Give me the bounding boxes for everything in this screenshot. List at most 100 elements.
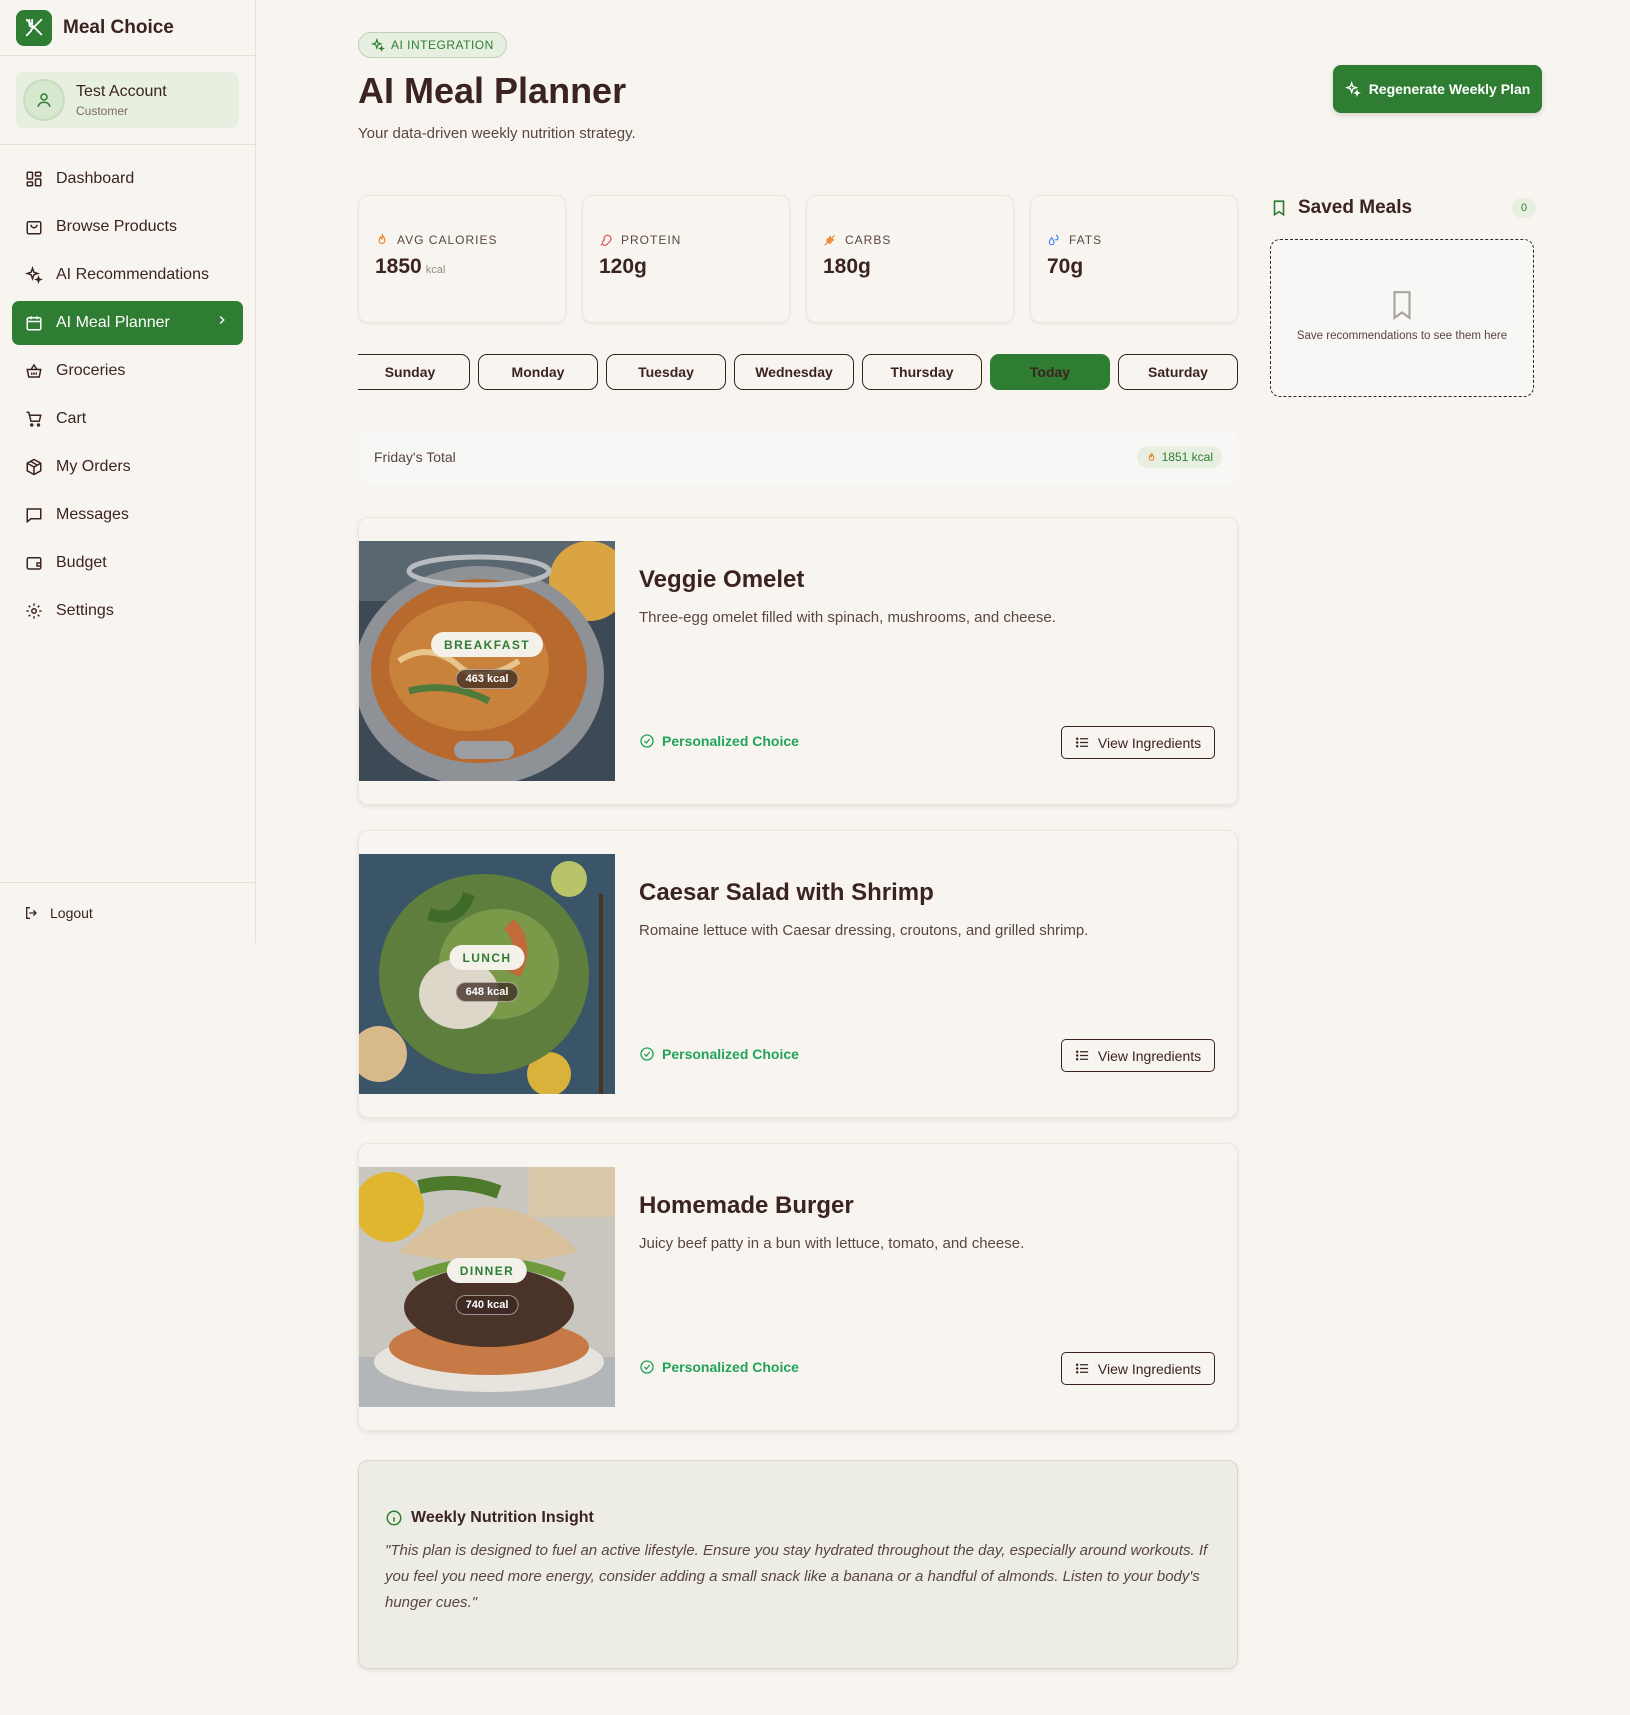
personalized-choice: Personalized Choice [639, 733, 799, 749]
list-icon [1075, 1050, 1088, 1061]
meal-image: BREAKFAST 463 kcal [359, 541, 615, 781]
tab-tuesday[interactable]: Tuesday [606, 354, 726, 390]
meal-description: Juicy beef patty in a bun with lettuce, … [639, 1235, 1025, 1252]
shopping-bag-icon [24, 217, 44, 237]
tab-monday[interactable]: Monday [478, 354, 598, 390]
flame-icon [1148, 452, 1154, 461]
basket-icon [24, 361, 44, 381]
tab-today[interactable]: Today [990, 354, 1110, 390]
saved-count-badge: 0 [1512, 198, 1536, 218]
check-circle-icon [640, 1047, 654, 1061]
meal-name: Veggie Omelet [639, 566, 805, 593]
tab-thursday[interactable]: Thursday [862, 354, 982, 390]
day-tabs: Sunday Monday Tuesday Wednesday Thursday… [358, 354, 1238, 390]
check-circle-icon [640, 1360, 654, 1374]
stat-label: CARBS [845, 233, 892, 247]
sidebar-item-label: Budget [56, 554, 107, 571]
account-card[interactable]: Test Account Customer [16, 72, 239, 128]
meal-image: LUNCH 648 kcal [359, 854, 615, 1094]
logout-label: Logout [50, 905, 93, 921]
logout-icon [24, 905, 40, 921]
chevron-right-icon [215, 313, 229, 332]
sidebar-item-label: AI Meal Planner [56, 314, 170, 331]
wheat-icon [824, 234, 836, 246]
meal-description: Romaine lettuce with Caesar dressing, cr… [639, 922, 1089, 939]
sidebar-item-messages[interactable]: Messages [12, 493, 243, 537]
sidebar-item-groceries[interactable]: Groceries [12, 349, 243, 393]
sidebar-item-label: Settings [56, 602, 114, 619]
meal-description: Three-egg omelet filled with spinach, mu… [639, 609, 1056, 626]
meat-icon [600, 234, 612, 246]
sidebar-item-my-orders[interactable]: My Orders [12, 445, 243, 489]
tab-wednesday[interactable]: Wednesday [734, 354, 854, 390]
badge-label: AI INTEGRATION [391, 38, 494, 52]
regenerate-weekly-plan-button[interactable]: Regenerate Weekly Plan [1333, 65, 1542, 113]
personalized-label: Personalized Choice [662, 1359, 799, 1375]
utensils-icon [16, 9, 52, 46]
stat-card-calories: AVG CALORIES 1850 kcal [358, 195, 566, 323]
stat-card-protein: PROTEIN 120g [582, 195, 790, 323]
meal-type-badge: LUNCH [449, 945, 525, 970]
day-total-kcal-badge: 1851 kcal [1136, 446, 1222, 468]
insight-text: "This plan is designed to fuel an active… [385, 1542, 1208, 1611]
saved-meals-empty-state: Save recommendations to see them here [1270, 239, 1534, 397]
stat-label: AVG CALORIES [397, 233, 498, 247]
stat-card-fats: FATS 70g [1030, 195, 1238, 323]
bookmark-icon [1273, 200, 1285, 217]
tab-sunday[interactable]: Sunday [358, 354, 470, 390]
check-circle-icon [640, 734, 654, 748]
tab-saturday[interactable]: Saturday [1118, 354, 1238, 390]
sidebar-item-cart[interactable]: Cart [12, 397, 243, 441]
stat-card-carbs: CARBS 180g [806, 195, 1014, 323]
sparkles-icon [371, 38, 385, 52]
view-ingredients-label: View Ingredients [1097, 1360, 1202, 1377]
sidebar-item-label: Groceries [56, 362, 126, 379]
account-name: Test Account [76, 82, 167, 100]
meal-card-breakfast: BREAKFAST 463 kcal Veggie Omelet Three-e… [358, 517, 1238, 805]
meal-kcal-badge: 740 kcal [455, 1295, 519, 1315]
day-total-label: Friday's Total [374, 449, 456, 465]
meal-kcal-badge: 463 kcal [455, 669, 519, 689]
wallet-icon [24, 553, 44, 573]
message-icon [24, 505, 44, 525]
page-subtitle: Your data-driven weekly nutrition strate… [358, 125, 636, 142]
saved-empty-text: Save recommendations to see them here [1296, 330, 1508, 342]
sidebar-item-label: My Orders [56, 458, 131, 475]
package-icon [24, 457, 44, 477]
brand[interactable]: Meal Choice [0, 0, 255, 56]
sidebar-item-browse-products[interactable]: Browse Products [12, 205, 243, 249]
stat-value: 70g [1047, 255, 1084, 278]
sidebar-item-ai-recommendations[interactable]: AI Recommendations [12, 253, 243, 297]
view-ingredients-label: View Ingredients [1097, 734, 1202, 751]
view-ingredients-label: View Ingredients [1097, 1047, 1202, 1064]
personalized-choice: Personalized Choice [639, 1046, 799, 1062]
user-icon [23, 79, 65, 121]
dashboard-icon [24, 169, 44, 189]
meal-name: Caesar Salad with Shrimp [639, 879, 934, 906]
meal-card-lunch: LUNCH 648 kcal Caesar Salad with Shrimp … [358, 830, 1238, 1118]
meal-type-badge: BREAKFAST [431, 632, 543, 657]
sparkles-icon [24, 265, 44, 285]
calendar-icon [24, 313, 44, 333]
ai-integration-badge: AI INTEGRATION [358, 32, 507, 58]
sidebar-item-budget[interactable]: Budget [12, 541, 243, 585]
view-ingredients-button[interactable]: View Ingredients [1061, 1039, 1215, 1072]
sidebar-item-label: Browse Products [56, 218, 177, 235]
stat-label: PROTEIN [621, 233, 682, 247]
view-ingredients-button[interactable]: View Ingredients [1061, 1352, 1215, 1385]
droplets-icon [1048, 234, 1059, 246]
meal-type-badge: DINNER [446, 1258, 528, 1283]
sidebar-item-settings[interactable]: Settings [12, 589, 243, 633]
meal-card-dinner: DINNER 740 kcal Homemade Burger Juicy be… [358, 1143, 1238, 1431]
view-ingredients-button[interactable]: View Ingredients [1061, 726, 1215, 759]
stat-unit: kcal [425, 264, 446, 276]
sidebar-item-dashboard[interactable]: Dashboard [12, 157, 243, 201]
sparkles-icon [1344, 81, 1361, 97]
sidebar-item-ai-meal-planner[interactable]: AI Meal Planner [12, 301, 243, 345]
stat-label: FATS [1069, 233, 1103, 247]
cart-icon [24, 409, 44, 429]
sidebar-nav: Dashboard Browse Products AI Recommendat… [0, 145, 255, 649]
list-icon [1075, 737, 1088, 748]
logout-button[interactable]: Logout [24, 901, 232, 925]
personalized-label: Personalized Choice [662, 1046, 799, 1062]
